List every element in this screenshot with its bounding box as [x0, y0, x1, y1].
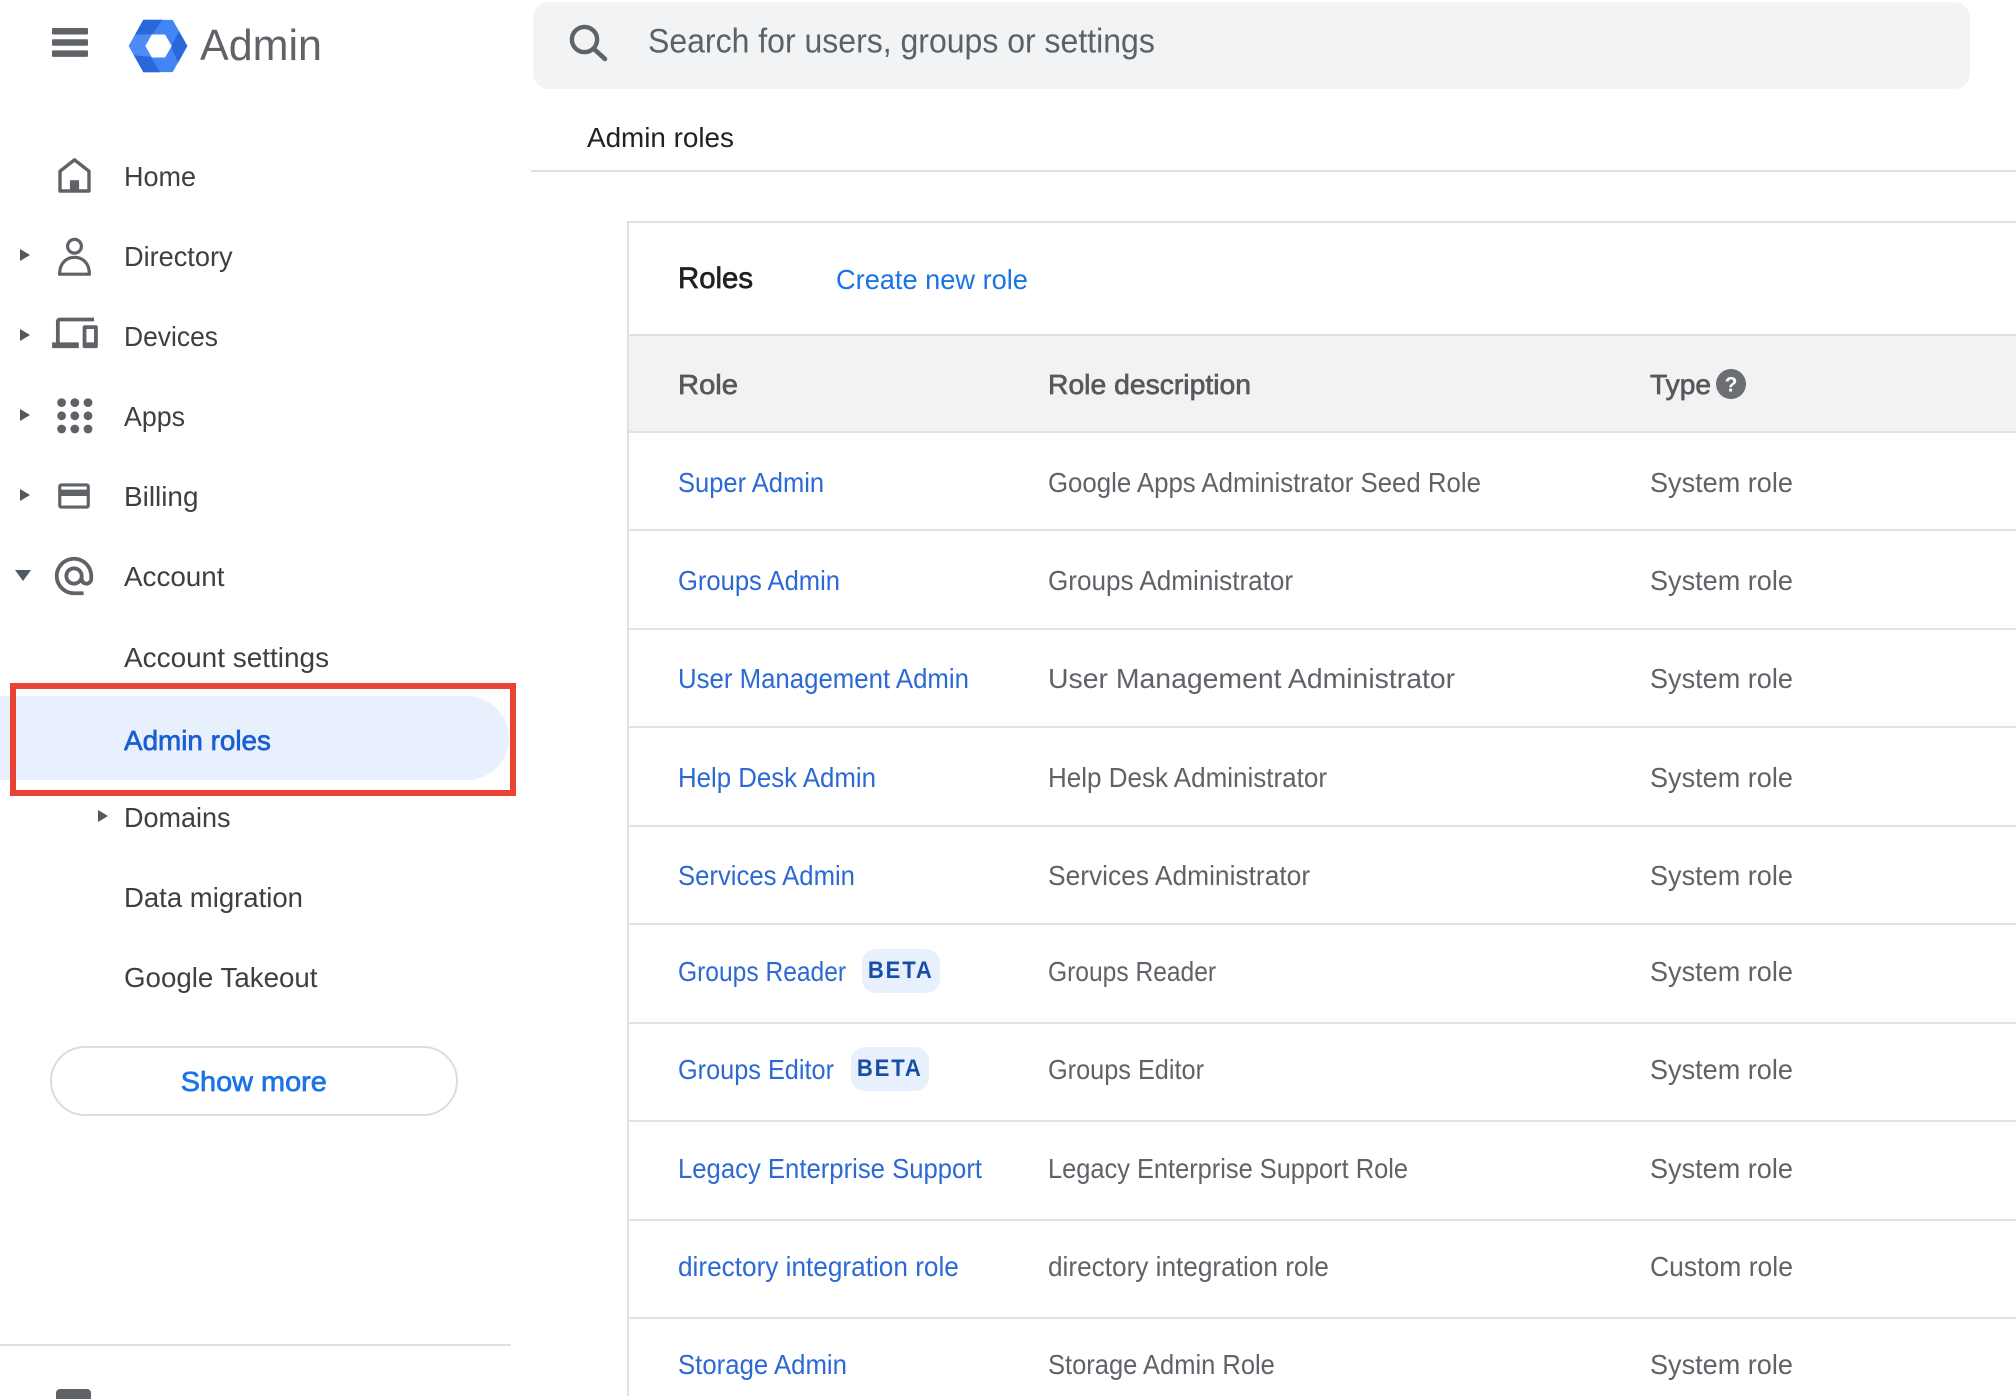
svg-text:?: ? — [1725, 374, 1738, 397]
